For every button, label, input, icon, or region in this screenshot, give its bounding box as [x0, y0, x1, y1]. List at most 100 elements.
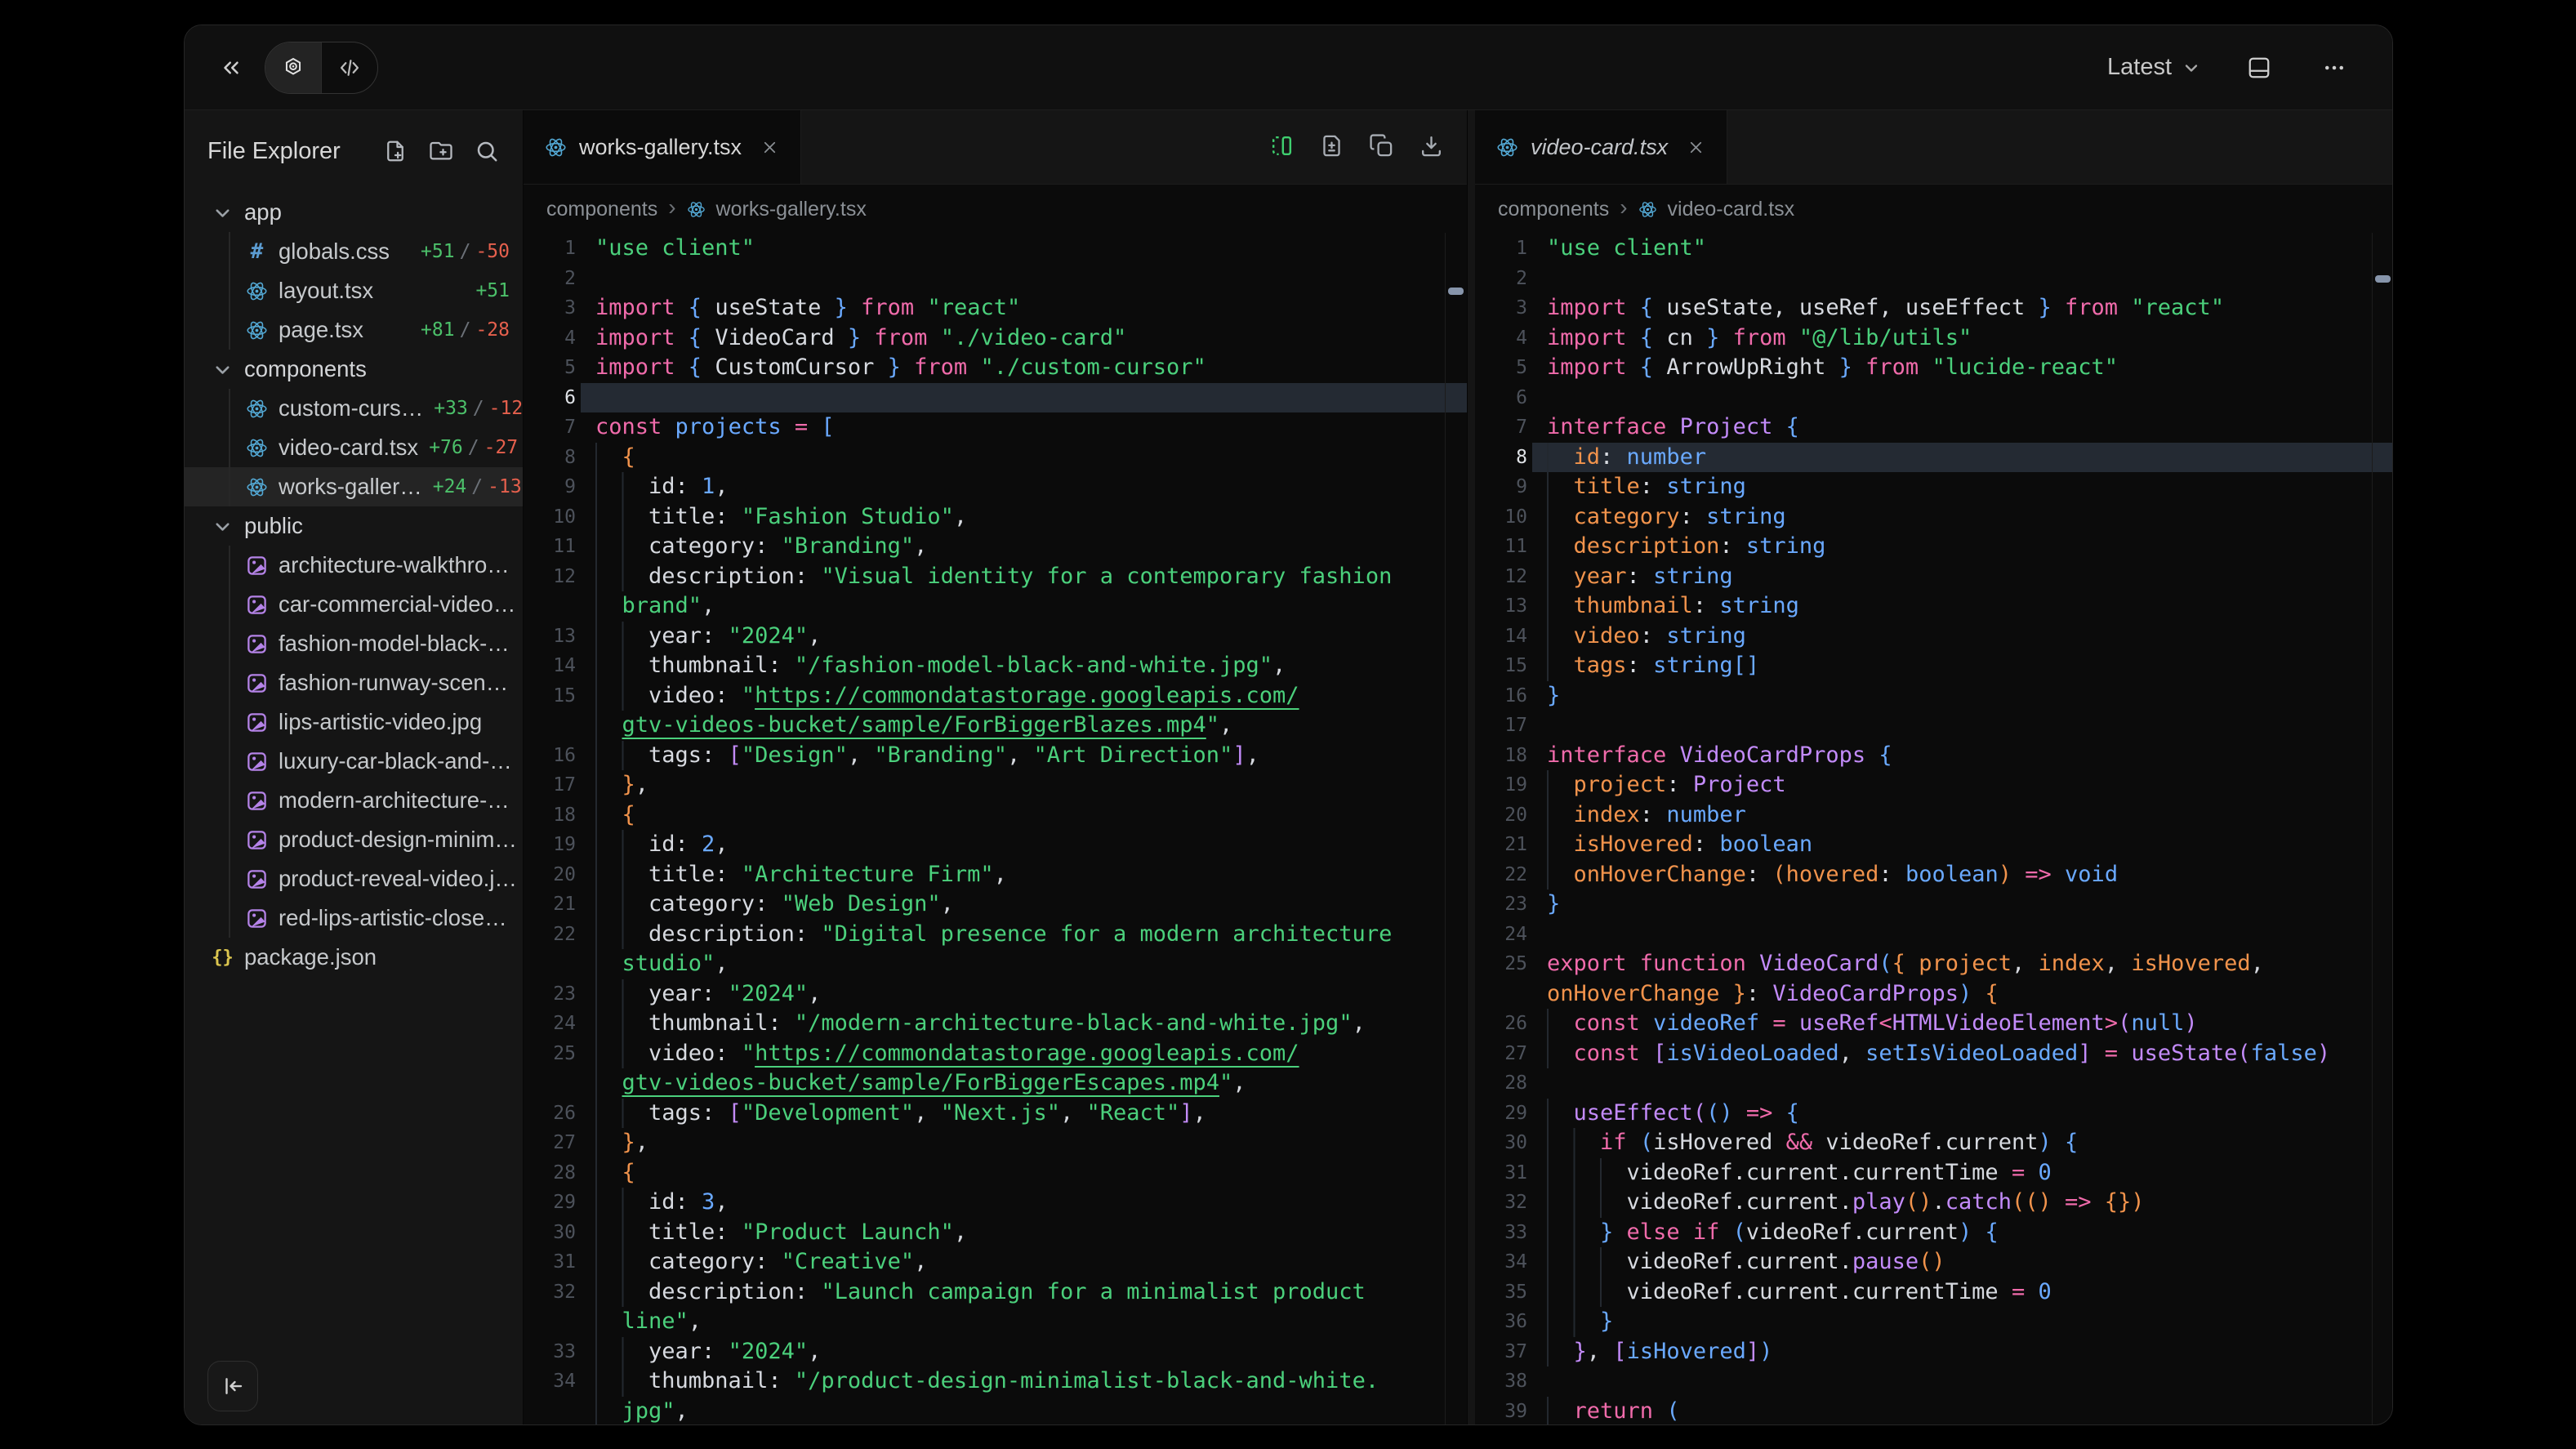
- code-line[interactable]: 33 } else if (videoRef.current) {: [1475, 1218, 2393, 1248]
- code-line[interactable]: 28 {: [524, 1158, 1467, 1188]
- code-line[interactable]: 34 thumbnail: "/product-design-minimalis…: [524, 1367, 1467, 1397]
- code-line[interactable]: gtv-videos-bucket/sample/ForBiggerEscape…: [524, 1068, 1467, 1099]
- code-line[interactable]: 19 project: Project: [1475, 770, 2393, 800]
- code-line[interactable]: 4import { cn } from "@/lib/utils": [1475, 323, 2393, 354]
- code-line[interactable]: 29 useEffect(() => {: [1475, 1099, 2393, 1129]
- code-line[interactable]: brand",: [524, 591, 1467, 622]
- code-line[interactable]: 8 id: number: [1475, 443, 2393, 473]
- code-line[interactable]: 4import { VideoCard } from "./video-card…: [524, 323, 1467, 354]
- code-line[interactable]: 23}: [1475, 889, 2393, 920]
- scrollbar-thumb[interactable]: [2375, 275, 2391, 283]
- tree-folder-app[interactable]: app: [185, 193, 523, 232]
- code-line[interactable]: 23 year: "2024",: [524, 979, 1467, 1010]
- code-line[interactable]: 18 {: [524, 800, 1467, 831]
- scrollbar-thumb[interactable]: [1448, 288, 1464, 295]
- code-line[interactable]: 10 title: "Fashion Studio",: [524, 502, 1467, 533]
- code-line[interactable]: 20 index: number: [1475, 800, 2393, 831]
- code-line[interactable]: 25export function VideoCard({ project, i…: [1475, 949, 2393, 979]
- code-line[interactable]: 13 thumbnail: string: [1475, 591, 2393, 622]
- collapse-sidebar-button[interactable]: [207, 1361, 258, 1411]
- tab-works-gallery[interactable]: works-gallery.tsx: [524, 110, 801, 184]
- tree-folder-components[interactable]: components: [185, 350, 523, 389]
- code-line[interactable]: 24 thumbnail: "/modern-architecture-blac…: [524, 1009, 1467, 1039]
- close-icon[interactable]: [760, 138, 779, 157]
- panel-bottom-button[interactable]: [2237, 46, 2281, 90]
- tree-file-lips-artistic-video.jpg[interactable]: lips-artistic-video.jpg: [185, 702, 523, 742]
- code-line[interactable]: 15 tags: string[]: [1475, 651, 2393, 681]
- download-button[interactable]: [1419, 133, 1444, 161]
- version-dropdown[interactable]: Latest: [2102, 53, 2206, 82]
- code-line[interactable]: 12 year: string: [1475, 562, 2393, 592]
- code-line[interactable]: 31 category: "Creative",: [524, 1247, 1467, 1277]
- tree-file-page.tsx[interactable]: page.tsx+81/-28: [185, 310, 523, 350]
- code-line[interactable]: 15 video: "https://commondatastorage.goo…: [524, 681, 1467, 711]
- code-line[interactable]: 9 id: 1,: [524, 472, 1467, 502]
- tree-file-custom-curs[interactable]: custom-curs…+33/-12: [185, 389, 523, 428]
- code-line[interactable]: 5import { CustomCursor } from "./custom-…: [524, 353, 1467, 383]
- code-line[interactable]: onHoverChange }: VideoCardProps) {: [1475, 979, 2393, 1010]
- code-line[interactable]: 22 onHoverChange: (hovered: boolean) => …: [1475, 860, 2393, 890]
- tree-file-works-galler[interactable]: works-galler…+24/-13: [185, 467, 523, 506]
- code-line[interactable]: 37 }, [isHovered]): [1475, 1337, 2393, 1367]
- code-line[interactable]: 3import { useState, useRef, useEffect } …: [1475, 293, 2393, 323]
- tree-file-fashion-model-black-[interactable]: fashion-model-black-…: [185, 624, 523, 663]
- code-line[interactable]: 21 isHovered: boolean: [1475, 830, 2393, 860]
- code-line[interactable]: 26 tags: ["Development", "Next.js", "Rea…: [524, 1099, 1467, 1129]
- code-line[interactable]: 12 description: "Visual identity for a c…: [524, 562, 1467, 592]
- search-button[interactable]: [474, 139, 500, 165]
- code-line[interactable]: 2: [524, 264, 1467, 294]
- code-line[interactable]: 20 title: "Architecture Firm",: [524, 860, 1467, 890]
- view-mode-toggle[interactable]: [265, 42, 378, 94]
- code-line[interactable]: 38: [1475, 1367, 2393, 1397]
- tree-file-package.json[interactable]: {}package.json: [185, 938, 523, 977]
- tree-file-architecture-walkthro[interactable]: architecture-walkthro…: [185, 546, 523, 585]
- code-line[interactable]: 14 thumbnail: "/fashion-model-black-and-…: [524, 651, 1467, 681]
- code-line[interactable]: 30 if (isHovered && videoRef.current) {: [1475, 1128, 2393, 1158]
- code-line[interactable]: 14 video: string: [1475, 622, 2393, 652]
- new-folder-button[interactable]: [428, 139, 454, 165]
- new-file-button[interactable]: [382, 139, 408, 165]
- code-line[interactable]: jpg",: [524, 1397, 1467, 1426]
- code-line[interactable]: 17 },: [524, 770, 1467, 800]
- code-line[interactable]: 2: [1475, 264, 2393, 294]
- code-line[interactable]: 22 description: "Digital presence for a …: [524, 920, 1467, 950]
- code-line[interactable]: 21 category: "Web Design",: [524, 889, 1467, 920]
- design-mode-tab[interactable]: [265, 42, 321, 93]
- code-line[interactable]: 9 title: string: [1475, 472, 2393, 502]
- code-line[interactable]: 11 category: "Branding",: [524, 532, 1467, 562]
- code-editor[interactable]: 1"use client"23import { useState, useRef…: [1475, 234, 2393, 1425]
- code-line[interactable]: 31 videoRef.current.currentTime = 0: [1475, 1158, 2393, 1188]
- code-line[interactable]: 32 description: "Launch campaign for a m…: [524, 1277, 1467, 1308]
- code-line[interactable]: 7const projects = [: [524, 412, 1467, 443]
- code-editor[interactable]: 1"use client"23import { useState } from …: [524, 234, 1467, 1425]
- tree-file-modern-architecture-[interactable]: modern-architecture-…: [185, 781, 523, 820]
- tab-video-card[interactable]: video-card.tsx: [1475, 110, 1727, 184]
- code-line[interactable]: 7interface Project {: [1475, 412, 2393, 443]
- code-line[interactable]: 13 year: "2024",: [524, 622, 1467, 652]
- code-line[interactable]: 17: [1475, 711, 2393, 741]
- tree-file-product-design-minim[interactable]: product-design-minim…: [185, 820, 523, 859]
- tree-file-car-commercial-video[interactable]: car-commercial-video…: [185, 585, 523, 624]
- code-line[interactable]: 36 }: [1475, 1307, 2393, 1337]
- code-line[interactable]: gtv-videos-bucket/sample/ForBiggerBlazes…: [524, 711, 1467, 741]
- code-line[interactable]: 27 const [isVideoLoaded, setIsVideoLoade…: [1475, 1039, 2393, 1069]
- copy-button[interactable]: [1369, 133, 1394, 161]
- code-line[interactable]: 35 videoRef.current.currentTime = 0: [1475, 1277, 2393, 1308]
- code-line[interactable]: 16 tags: ["Design", "Branding", "Art Dir…: [524, 741, 1467, 771]
- code-mode-tab[interactable]: [321, 42, 377, 93]
- tree-file-video-card.tsx[interactable]: video-card.tsx+76/-27: [185, 428, 523, 467]
- code-line[interactable]: 26 const videoRef = useRef<HTMLVideoElem…: [1475, 1009, 2393, 1039]
- code-line[interactable]: 34 videoRef.current.pause(): [1475, 1247, 2393, 1277]
- code-line[interactable]: 33 year: "2024",: [524, 1337, 1467, 1367]
- code-line[interactable]: 32 videoRef.current.play().catch(() => {…: [1475, 1188, 2393, 1218]
- file-diff-button[interactable]: [1319, 133, 1344, 161]
- code-line[interactable]: studio",: [524, 949, 1467, 979]
- code-line[interactable]: 18interface VideoCardProps {: [1475, 741, 2393, 771]
- code-line[interactable]: 8 {: [524, 443, 1467, 473]
- close-icon[interactable]: [1687, 138, 1705, 157]
- code-line[interactable]: 6: [524, 383, 1467, 413]
- code-line[interactable]: 11 description: string: [1475, 532, 2393, 562]
- split-view-button[interactable]: [1269, 133, 1295, 161]
- code-line[interactable]: 25 video: "https://commondatastorage.goo…: [524, 1039, 1467, 1069]
- tree-file-product-reveal-video.j[interactable]: product-reveal-video.j…: [185, 859, 523, 898]
